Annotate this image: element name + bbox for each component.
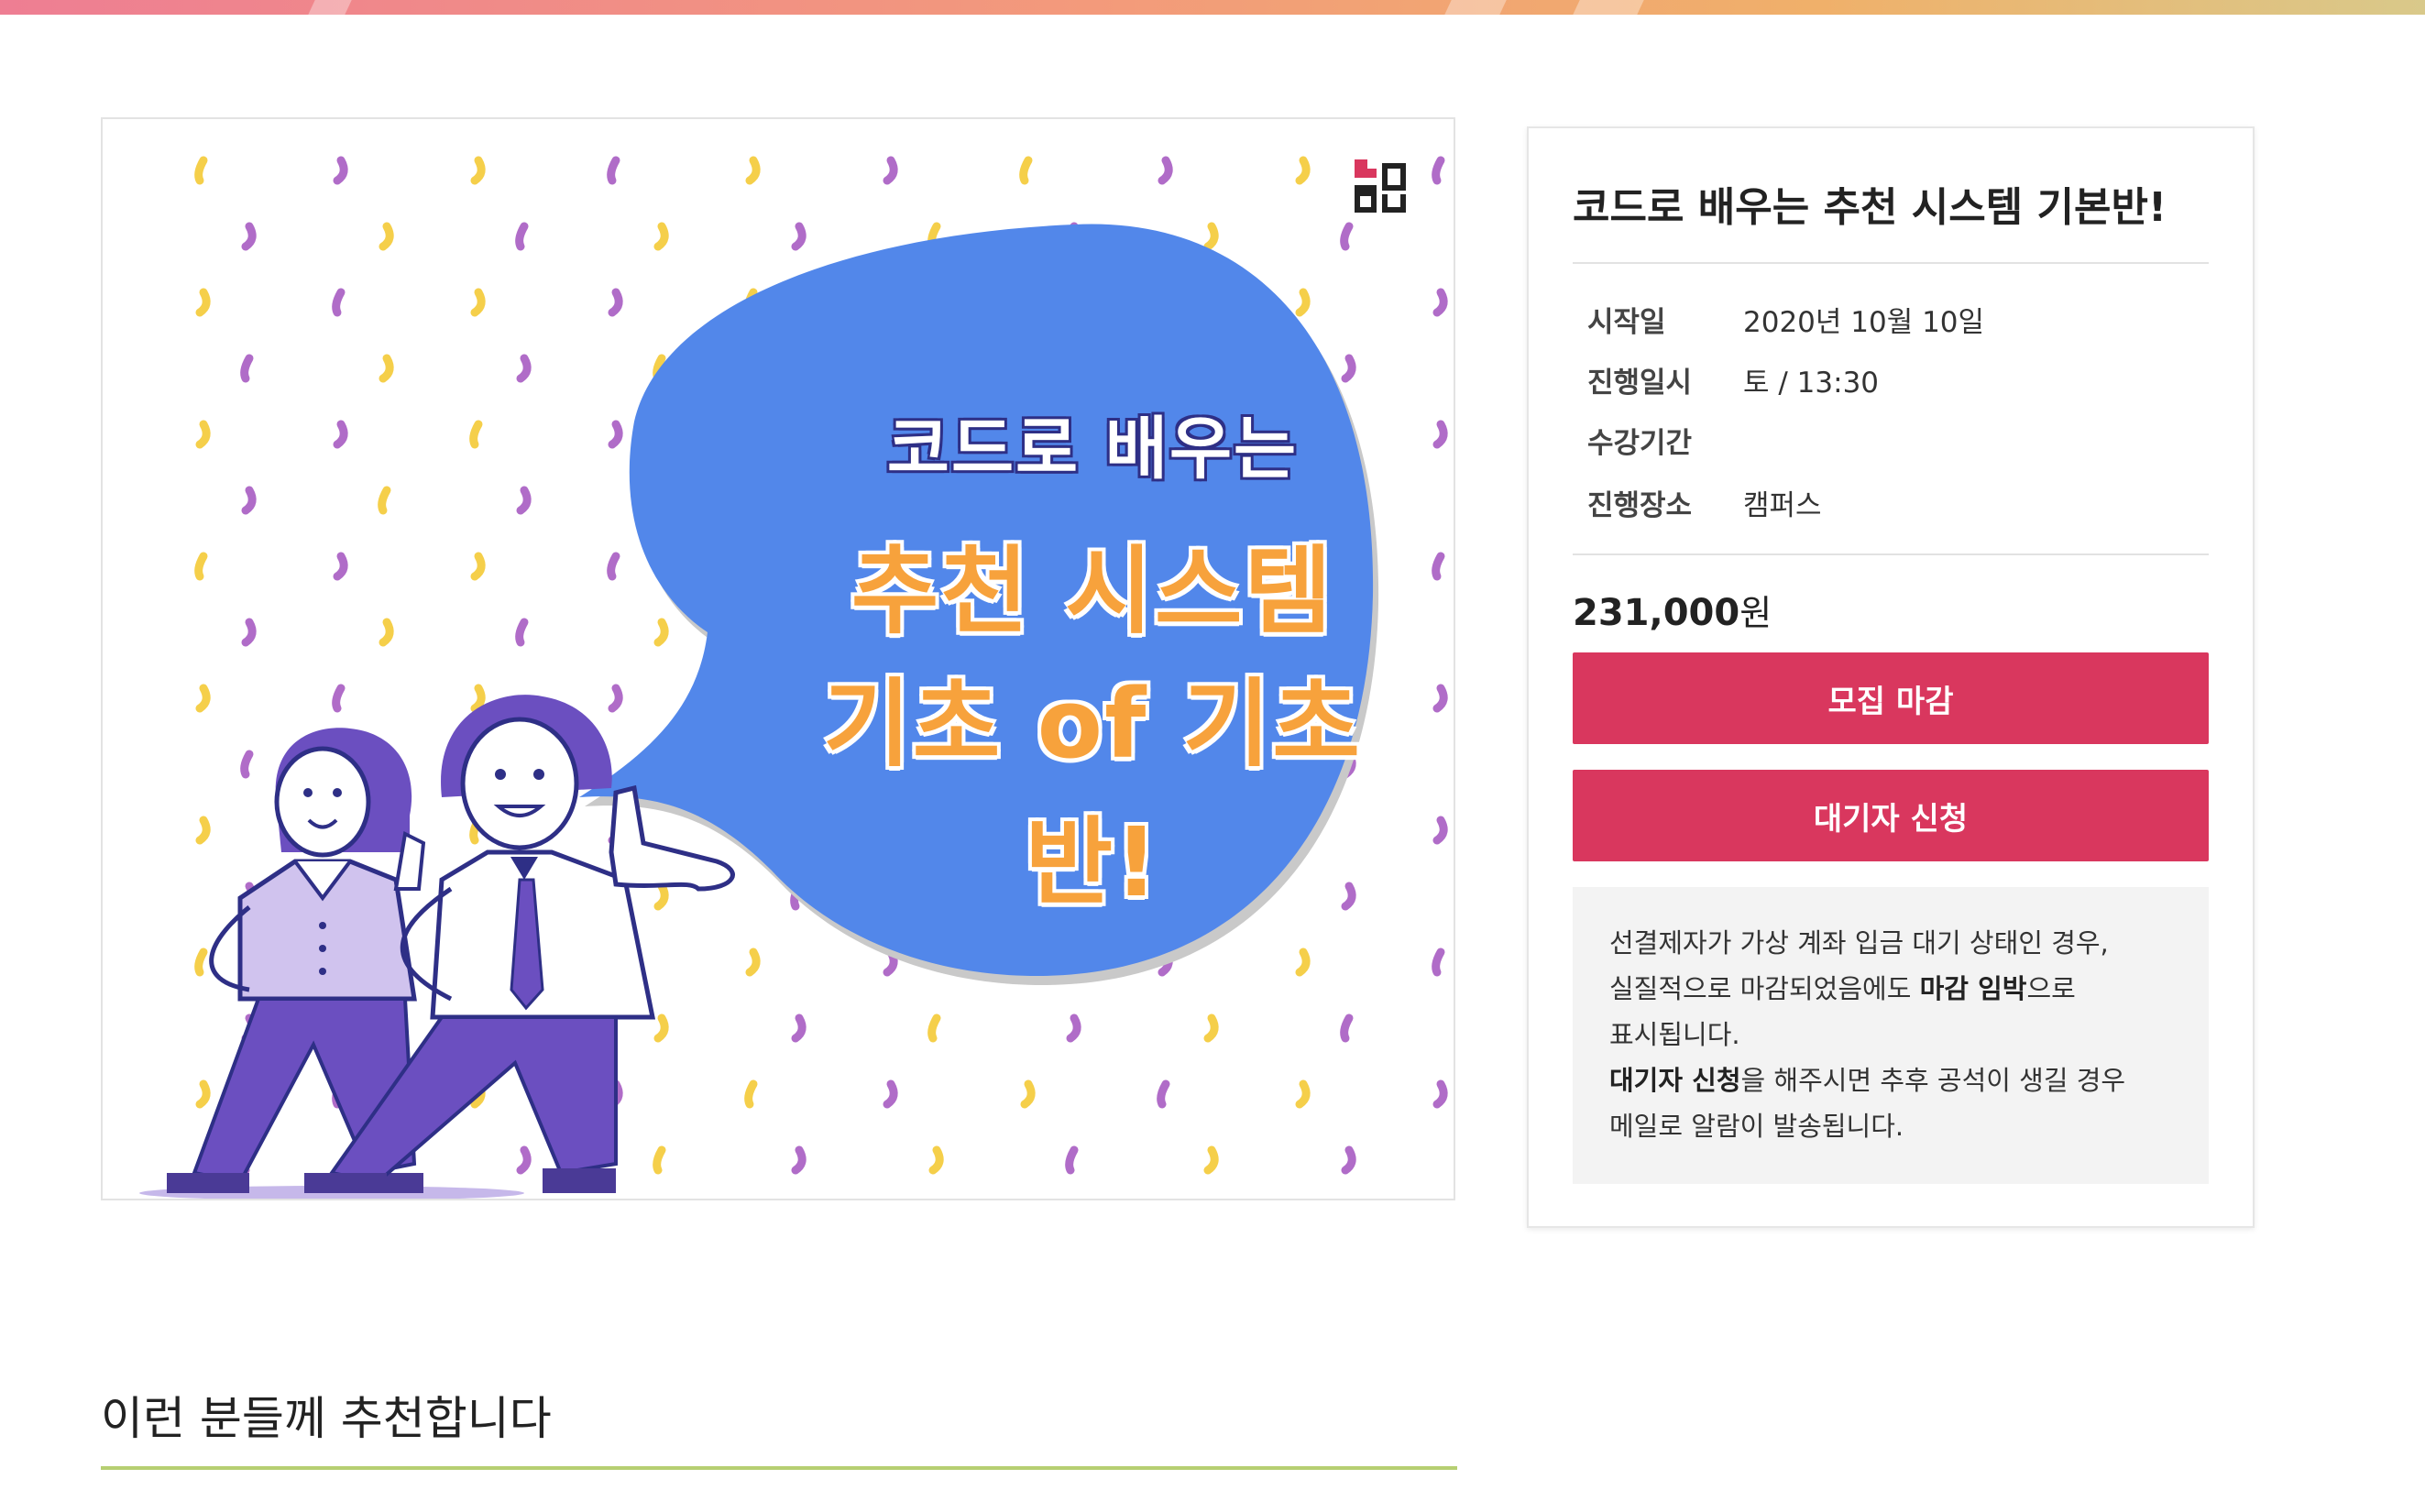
- recommendation-section-title: 이런 분들께 추천합니다: [101, 1392, 552, 1445]
- banner-title-line2: 기초 of 기초반!: [823, 668, 1362, 918]
- notice-line: 실질적으로 마감되었음에도 마감 임박으로: [1609, 966, 2172, 1012]
- notice-emphasis: 마감 임박: [1919, 973, 2027, 1004]
- price-unit: 원: [1739, 593, 1772, 633]
- top-bar-decoration: [1444, 0, 1507, 15]
- divider: [1573, 553, 2209, 555]
- waitlist-apply-button[interactable]: 대기자 신청: [1573, 770, 2209, 861]
- course-title: 코드로 배우는 추천 시스템 기본반!: [1573, 184, 2167, 231]
- banner-text: 코드로 배우는 추천 시스템 기초 of 기초반!: [103, 119, 1454, 1199]
- notice-line: 대기자 신청을 해주시면 추후 공석이 생길 경우: [1609, 1057, 2172, 1103]
- info-label: 진행장소: [1587, 489, 1693, 522]
- course-banner-image: 코드로 배우는 추천 시스템 기초 of 기초반!: [101, 117, 1455, 1200]
- banner-subtitle: 코드로 배우는: [886, 410, 1299, 488]
- banner-title-line1: 추천 시스템: [850, 535, 1334, 647]
- info-label: 시작일: [1587, 306, 1666, 339]
- top-bar-decoration: [308, 0, 352, 15]
- notice-line: 표시됩니다.: [1609, 1019, 1740, 1050]
- section-underline: [101, 1466, 1457, 1470]
- notice-line: 선결제자가 가상 계좌 입금 대기 상태인 경우,: [1609, 927, 2109, 959]
- notice-text: 으로: [2026, 973, 2076, 1004]
- price-number: 231,000: [1573, 592, 1740, 634]
- waitlist-notice: 선결제자가 가상 계좌 입금 대기 상태인 경우, 실질적으로 마감되었음에도 …: [1573, 887, 2209, 1184]
- info-value: 토 / 13:30: [1743, 367, 1880, 400]
- top-bar-decoration: [1573, 0, 1644, 15]
- notice-text: 을 해주시면 추후 공석이 생길 경우: [1740, 1065, 2126, 1096]
- notice-line: 메일로 알람이 발송됩니다.: [1609, 1111, 1904, 1142]
- enrollment-closed-button[interactable]: 모집 마감: [1573, 652, 2209, 744]
- notice-text: 실질적으로 마감되었음에도: [1609, 973, 1920, 1004]
- top-gradient-bar: [0, 0, 2425, 15]
- info-label: 수강기간: [1587, 427, 1693, 460]
- notice-emphasis: 대기자 신청: [1609, 1065, 1741, 1096]
- course-info-panel: 코드로 배우는 추천 시스템 기본반! 시작일 2020년 10월 10일 진행…: [1527, 126, 2255, 1228]
- divider: [1573, 262, 2209, 264]
- info-value: 2020년 10월 10일: [1743, 306, 1985, 339]
- info-value: 캠퍼스: [1743, 489, 1822, 522]
- info-label: 진행일시: [1587, 367, 1693, 400]
- course-price: 231,000원: [1573, 585, 1772, 635]
